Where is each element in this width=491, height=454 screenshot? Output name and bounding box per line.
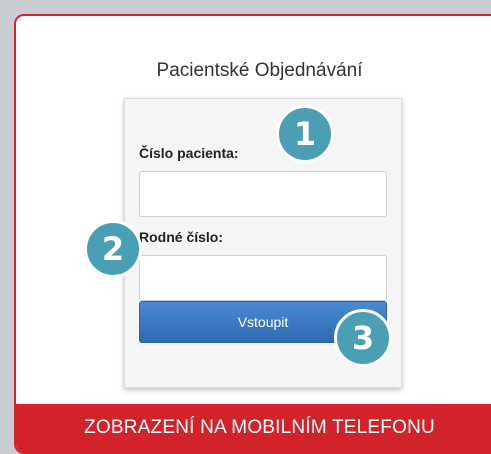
step-badge-3: 3: [334, 309, 392, 367]
step-badge-1: 1: [276, 105, 334, 163]
patient-number-label: Číslo pacienta:: [139, 145, 239, 161]
mobile-view-caption: ZOBRAZENÍ NA MOBILNÍM TELEFONU: [16, 404, 491, 452]
birth-number-input[interactable]: [139, 255, 387, 301]
login-card: Pacientské Objednávání Číslo pacienta: R…: [14, 14, 491, 454]
birth-number-label: Rodné číslo:: [139, 229, 224, 245]
page-title: Pacientské Objednávání: [156, 60, 363, 81]
patient-number-input[interactable]: [139, 171, 387, 217]
step-badge-2: 2: [84, 220, 142, 278]
